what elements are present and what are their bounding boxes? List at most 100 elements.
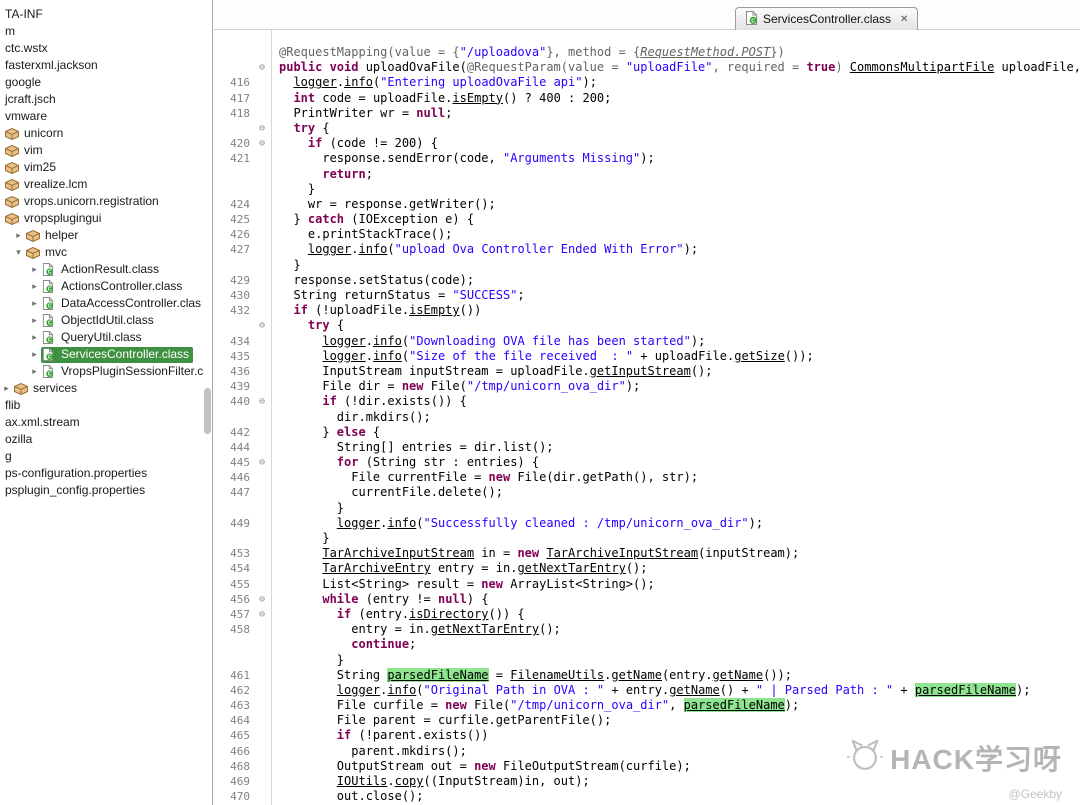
tab-servicescontroller-class[interactable]: C ServicesController.class ✕	[735, 7, 918, 30]
tree-item-vim[interactable]: vim	[0, 142, 212, 159]
svg-text:C: C	[48, 304, 52, 310]
line-number: 439	[214, 379, 253, 394]
tree-item-label: vim	[24, 142, 43, 159]
code-text: String[] entries = dir.list();	[271, 440, 1080, 455]
tree-item-ozilla[interactable]: ozilla	[0, 431, 212, 448]
fold-spacer	[253, 774, 271, 789]
line-number: 429	[214, 273, 253, 288]
fold-collapse-icon[interactable]: ⊖	[253, 60, 271, 75]
line-number: 420	[214, 136, 253, 151]
line-number: 449	[214, 516, 253, 531]
sidebar-scrollbar-thumb[interactable]	[204, 388, 211, 434]
tree-item-ax-xml-stream[interactable]: ax.xml.stream	[0, 414, 212, 431]
code-text: e.printStackTrace();	[271, 227, 1080, 242]
line-number	[214, 167, 253, 182]
tree-item-mvc[interactable]: ▾mvc	[0, 244, 212, 261]
fold-spacer	[253, 577, 271, 592]
code-line: 424 wr = response.getWriter();	[214, 197, 1080, 212]
chevron-right-icon[interactable]: ▸	[28, 312, 41, 329]
tree-item-label: ServicesController.class	[61, 346, 189, 363]
fold-collapse-icon[interactable]: ⊖	[253, 592, 271, 607]
tree-item-unicorn[interactable]: unicorn	[0, 125, 212, 142]
fold-spacer	[253, 45, 271, 60]
code-line: 470 out.close();	[214, 789, 1080, 804]
chevron-right-icon[interactable]: ▸	[12, 227, 25, 244]
code-text: TarArchiveInputStream in = new TarArchiv…	[271, 546, 1080, 561]
chevron-right-icon[interactable]: ▸	[28, 278, 41, 295]
code-text: if (!dir.exists()) {	[271, 394, 1080, 409]
fold-spacer	[253, 91, 271, 106]
chevron-right-icon[interactable]: ▸	[28, 363, 41, 380]
tree-item-servicescontroller-class[interactable]: ▸CServicesController.class	[0, 346, 212, 363]
chevron-right-icon[interactable]: ▸	[0, 380, 13, 397]
tree-item-label: google	[5, 74, 41, 91]
tree-item-label: vrops.unicorn.registration	[24, 193, 159, 210]
code-text: logger.info("Successfully cleaned : /tmp…	[271, 516, 1080, 531]
code-line: 417 int code = uploadFile.isEmpty() ? 40…	[214, 91, 1080, 106]
chevron-down-icon[interactable]: ▾	[12, 244, 25, 261]
code-text: String parsedFileName = FilenameUtils.ge…	[271, 668, 1080, 683]
fold-collapse-icon[interactable]: ⊖	[253, 136, 271, 151]
tree-item-m[interactable]: m	[0, 23, 212, 40]
fold-spacer	[253, 258, 271, 273]
tree-item-dataaccesscontroller-clas[interactable]: ▸CDataAccessController.clas	[0, 295, 212, 312]
tree-item-label: services	[33, 380, 77, 397]
fold-collapse-icon[interactable]: ⊖	[253, 394, 271, 409]
tree-item-ctc-wstx[interactable]: ctc.wstx	[0, 40, 212, 57]
fold-collapse-icon[interactable]: ⊖	[253, 607, 271, 622]
chevron-right-icon[interactable]: ▸	[28, 346, 41, 363]
code-editor[interactable]: @RequestMapping(value = {"/uploadova"}, …	[214, 30, 1080, 805]
tree-item-vim25[interactable]: vim25	[0, 159, 212, 176]
tree-item-label: ActionResult.class	[61, 261, 159, 278]
tree-item-g[interactable]: g	[0, 448, 212, 465]
tree-item-fasterxml-jackson[interactable]: fasterxml.jackson	[0, 57, 212, 74]
tree-item-services[interactable]: ▸ services	[0, 380, 212, 397]
watermark-text: HACK学习呀	[890, 738, 1062, 778]
code-line: 463 File curfile = new File("/tmp/unicor…	[214, 698, 1080, 713]
fold-spacer	[253, 683, 271, 698]
tree-item-ps-configuration-properties[interactable]: ps-configuration.properties	[0, 465, 212, 482]
tree-item-flib[interactable]: flib	[0, 397, 212, 414]
line-number: 417	[214, 91, 253, 106]
fold-spacer	[253, 379, 271, 394]
chevron-right-icon[interactable]: ▸	[28, 329, 41, 346]
fold-collapse-icon[interactable]: ⊖	[253, 121, 271, 136]
code-line: 455 List<String> result = new ArrayList<…	[214, 577, 1080, 592]
tree-item-actionscontroller-class[interactable]: ▸CActionsController.class	[0, 278, 212, 295]
fold-collapse-icon[interactable]: ⊖	[253, 455, 271, 470]
line-number: 426	[214, 227, 253, 242]
tree-item-ta-inf[interactable]: TA-INF	[0, 6, 212, 23]
chevron-right-icon[interactable]: ▸	[28, 261, 41, 278]
chevron-right-icon[interactable]: ▸	[28, 295, 41, 312]
code-line: 453 TarArchiveInputStream in = new TarAr…	[214, 546, 1080, 561]
tree-item-actionresult-class[interactable]: ▸ C ActionResult.class	[0, 261, 212, 278]
tree-item-label: flib	[5, 397, 20, 414]
line-number	[214, 410, 253, 425]
tree-item-queryutil-class[interactable]: ▸CQueryUtil.class	[0, 329, 212, 346]
tree-item-label: m	[5, 23, 15, 40]
line-number	[214, 121, 253, 136]
tree-item-vropspluginsessionfilter-c[interactable]: ▸CVropsPluginSessionFilter.c	[0, 363, 212, 380]
tree-item-vmware[interactable]: vmware	[0, 108, 212, 125]
fold-spacer	[253, 440, 271, 455]
tree-item-vropsplugingui[interactable]: vropsplugingui	[0, 210, 212, 227]
tree-item-vrops-unicorn-registration[interactable]: vrops.unicorn.registration	[0, 193, 212, 210]
fold-spacer	[253, 167, 271, 182]
svg-text:C: C	[48, 270, 52, 276]
tree-item-google[interactable]: google	[0, 74, 212, 91]
tree-item-objectidutil-class[interactable]: ▸CObjectIdUtil.class	[0, 312, 212, 329]
tree-item-helper[interactable]: ▸helper	[0, 227, 212, 244]
code-line: 439 File dir = new File("/tmp/unicorn_ov…	[214, 379, 1080, 394]
fold-spacer	[253, 151, 271, 166]
tree-item-psplugin-config-properties[interactable]: psplugin_config.properties	[0, 482, 212, 499]
line-number: 458	[214, 622, 253, 637]
tree-item-vrealize-lcm[interactable]: vrealize.lcm	[0, 176, 212, 193]
code-line: }	[214, 501, 1080, 516]
code-line: 432 if (!uploadFile.isEmpty())	[214, 303, 1080, 318]
code-line: 436 InputStream inputStream = uploadFile…	[214, 364, 1080, 379]
tab-close-icon[interactable]: ✕	[900, 14, 908, 25]
tree-item-jcraft-jsch[interactable]: jcraft.jsch	[0, 91, 212, 108]
package-icon	[5, 161, 20, 175]
line-number: 421	[214, 151, 253, 166]
fold-collapse-icon[interactable]: ⊖	[253, 318, 271, 333]
